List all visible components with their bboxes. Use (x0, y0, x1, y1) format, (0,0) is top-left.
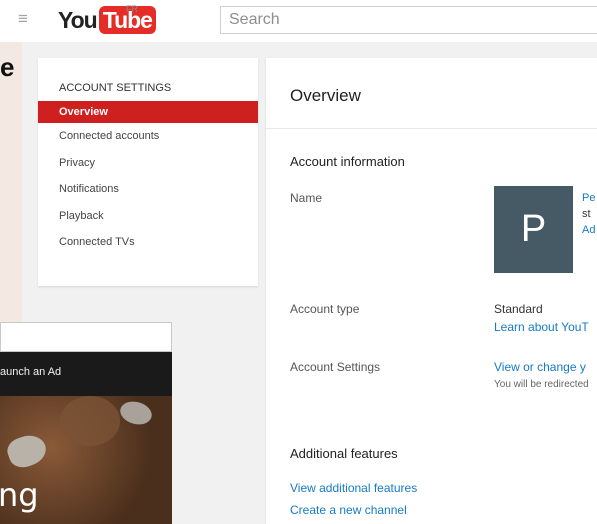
learn-about-link[interactable]: Learn about YouT (494, 320, 589, 334)
account-type-label: Account type (290, 302, 360, 316)
sidebar-item-overview[interactable]: Overview (38, 101, 258, 123)
additional-features-heading: Additional features (290, 446, 398, 461)
photo-shape (60, 396, 120, 446)
photo-shape (4, 430, 50, 472)
sidebar-item-connected-tvs[interactable]: Connected TVs (38, 229, 258, 256)
launch-ad-link[interactable]: aunch an Ad (0, 366, 61, 378)
logo-you-text: You (58, 6, 98, 33)
ad-address-input[interactable] (0, 322, 172, 352)
account-type-value: Standard (494, 302, 543, 316)
sidebar-item-privacy[interactable]: Privacy (38, 150, 258, 177)
advanced-link[interactable]: Ad (582, 224, 595, 236)
search-placeholder: Search (229, 11, 280, 28)
ad-toolbar: aunch an Ad (0, 352, 172, 396)
name-label: Name (290, 191, 323, 205)
top-bar: ≡ You Tube FR Search (0, 0, 597, 42)
account-settings-label: Account Settings (290, 360, 381, 374)
sidebar-item-notifications[interactable]: Notifications (38, 176, 258, 203)
sidebar-list: Overview Connected accounts Privacy Noti… (38, 101, 258, 256)
search-input[interactable]: Search (220, 6, 597, 34)
create-channel-link[interactable]: Create a new channel (290, 503, 407, 517)
avatar[interactable]: P (494, 186, 573, 273)
settings-sidebar: ACCOUNT SETTINGS Overview Connected acco… (38, 58, 258, 286)
view-or-change-link[interactable]: View or change y (494, 360, 586, 374)
sidebar-title: ACCOUNT SETTINGS (59, 82, 172, 94)
overlapping-ad-window: aunch an Ad ng (0, 322, 172, 524)
sidebar-item-connected-accounts[interactable]: Connected accounts (38, 123, 258, 150)
youtube-logo[interactable]: You Tube (58, 6, 156, 34)
menu-icon[interactable]: ≡ (18, 10, 28, 28)
page-title: Overview (290, 86, 361, 105)
channel-name-link[interactable]: Pe (582, 192, 595, 204)
panel-header: Overview (266, 58, 597, 129)
view-additional-features-link[interactable]: View additional features (290, 481, 417, 495)
ad-hero-image: ng (0, 396, 172, 524)
channel-name-text: st (582, 208, 591, 220)
background-window-text: e (0, 52, 15, 82)
region-label: FR (126, 4, 138, 14)
redirect-note: You will be redirected (494, 379, 589, 390)
account-info-heading: Account information (290, 154, 405, 169)
sidebar-item-playback[interactable]: Playback (38, 203, 258, 230)
overview-panel: Overview Account information Name P Pe s… (266, 58, 597, 524)
ad-headline: ng (0, 476, 39, 514)
photo-shape (117, 398, 155, 428)
